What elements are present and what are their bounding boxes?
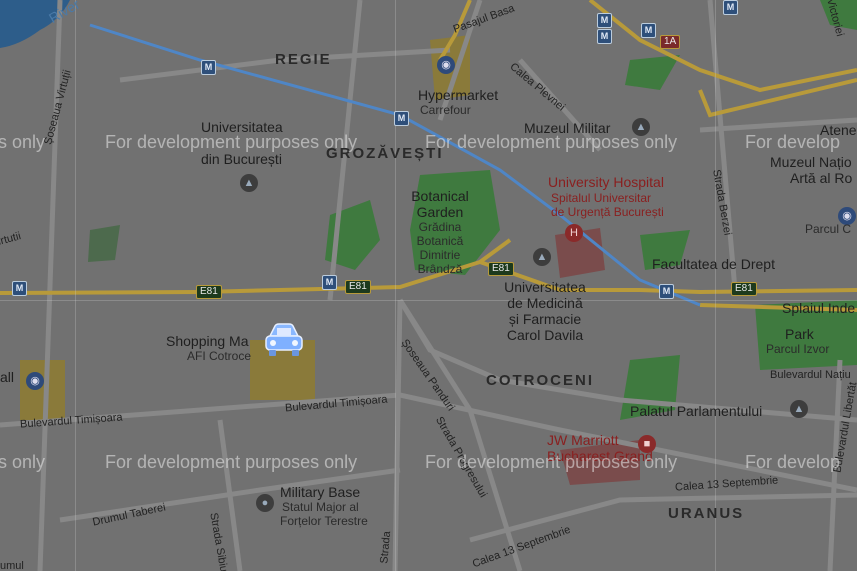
watermark: s only: [0, 132, 46, 152]
poi-botanical-l2: Garden: [416, 204, 464, 220]
park-area-4: [88, 225, 120, 262]
poi-military-sub1: Statul Major al: [282, 500, 359, 514]
grid-line: [0, 300, 857, 301]
poi-muzeul-nat[interactable]: Muzeul Națio: [770, 155, 852, 170]
metro-station-icon[interactable]: M: [597, 29, 612, 44]
highway-shield-e81: E81: [488, 262, 514, 276]
metro-station-icon[interactable]: M: [12, 281, 27, 296]
metro-station-icon[interactable]: M: [659, 284, 674, 299]
poi-military-sub2: Forțelor Terestre: [280, 514, 368, 528]
poi-palatul[interactable]: Palatul Parlamentului: [630, 404, 762, 419]
road-strada: Strada: [378, 530, 394, 565]
poi-botanical-sub1: Grădina: [418, 220, 462, 234]
poi-shopping-sub: AFI Cotroce: [187, 349, 252, 363]
poi-park[interactable]: Park: [785, 327, 814, 342]
metro-station-icon[interactable]: M: [322, 275, 337, 290]
poi-botanical-sub2: Botanică: [416, 234, 464, 248]
poi-univ-med-l2: de Medicină: [507, 295, 583, 311]
poi-univ-med-l1[interactable]: Universitatea: [490, 280, 600, 295]
poi-botanical-sub3: Dimitrie: [419, 248, 461, 262]
highway-shield-e81: E81: [196, 285, 222, 299]
hall-building: [20, 360, 65, 420]
watermark: s only: [0, 452, 46, 472]
park-area-6: [625, 55, 680, 90]
watermark: For development purposes only: [425, 132, 678, 152]
poi-hospital-sub1: Spitalul Universitar: [551, 191, 652, 205]
road-splaiul: Splaiul Inde: [782, 300, 856, 316]
road-bd-natiunile: Bulevardul Națiu: [770, 369, 851, 381]
watermark: For development purposes only: [105, 452, 358, 472]
watermark: For development purposes only: [105, 132, 358, 152]
poi-facultatea[interactable]: Facultatea de Drept: [652, 257, 775, 272]
shopping-bag-icon[interactable]: ◉: [26, 372, 44, 390]
poi-jw-l1[interactable]: JW Marriott: [547, 433, 619, 448]
poi-military-base[interactable]: Military Base: [280, 485, 360, 500]
poi-botanical-sub4: Brândză: [417, 262, 463, 276]
metro-station-icon[interactable]: M: [394, 111, 409, 126]
poi-shopping[interactable]: Shopping Ma: [166, 334, 249, 349]
hotel-icon[interactable]: ■: [638, 435, 656, 453]
watermark: For develop: [745, 452, 841, 472]
poi-univ-med-l3: și Farmacie: [508, 311, 582, 327]
road-shield-1a: 1A: [660, 35, 681, 49]
poi-parcul-c[interactable]: Parcul C: [805, 223, 851, 236]
metro-station-icon[interactable]: M: [723, 0, 738, 15]
poi-university-l3: din București: [201, 151, 282, 167]
grid-line: [75, 0, 76, 571]
poi-univ-med-l4: Carol Davila: [506, 327, 584, 343]
poi-hypermarket-sub: Carrefour: [420, 103, 471, 117]
poi-hall[interactable]: all: [0, 370, 14, 385]
poi-hypermarket[interactable]: Hypermarket: [418, 88, 498, 103]
landmark-icon[interactable]: ▲: [790, 400, 808, 418]
map-canvas[interactable]: REGIE GROZĂVEȘTI COTROCENI URANUS ◉ Hype…: [0, 0, 857, 571]
location-pin-icon[interactable]: ●: [256, 494, 274, 512]
metro-station-icon[interactable]: M: [597, 13, 612, 28]
watermark: For development purposes only: [425, 452, 678, 472]
shopping-cart-icon[interactable]: ◉: [437, 56, 455, 74]
hospital-icon[interactable]: H: [565, 224, 583, 242]
poi-botanical-l1[interactable]: Botanical: [400, 189, 480, 204]
metro-station-icon[interactable]: M: [201, 60, 216, 75]
graduation-cap-icon[interactable]: ▲: [533, 248, 551, 266]
road-umul: umul: [0, 560, 24, 571]
metro-station-icon[interactable]: M: [641, 23, 656, 38]
poi-university-hospital[interactable]: University Hospital: [548, 175, 664, 190]
watermark: For develop: [745, 132, 841, 152]
area-label-cotroceni: COTROCENI: [486, 372, 594, 389]
area-label-regie: REGIE: [275, 51, 332, 68]
highway-shield-e81: E81: [731, 282, 757, 296]
poi-hospital-sub2: de Urgență București: [551, 205, 664, 219]
area-label-uranus: URANUS: [668, 505, 745, 522]
poi-park-sub: Parcul Izvor: [766, 342, 830, 356]
poi-arta-al: Artă al Ro: [790, 170, 853, 186]
grid-line: [395, 0, 396, 571]
highway-shield-e81: E81: [345, 280, 371, 294]
car-marker-icon[interactable]: [262, 322, 306, 360]
education-icon[interactable]: ▲: [240, 174, 258, 192]
